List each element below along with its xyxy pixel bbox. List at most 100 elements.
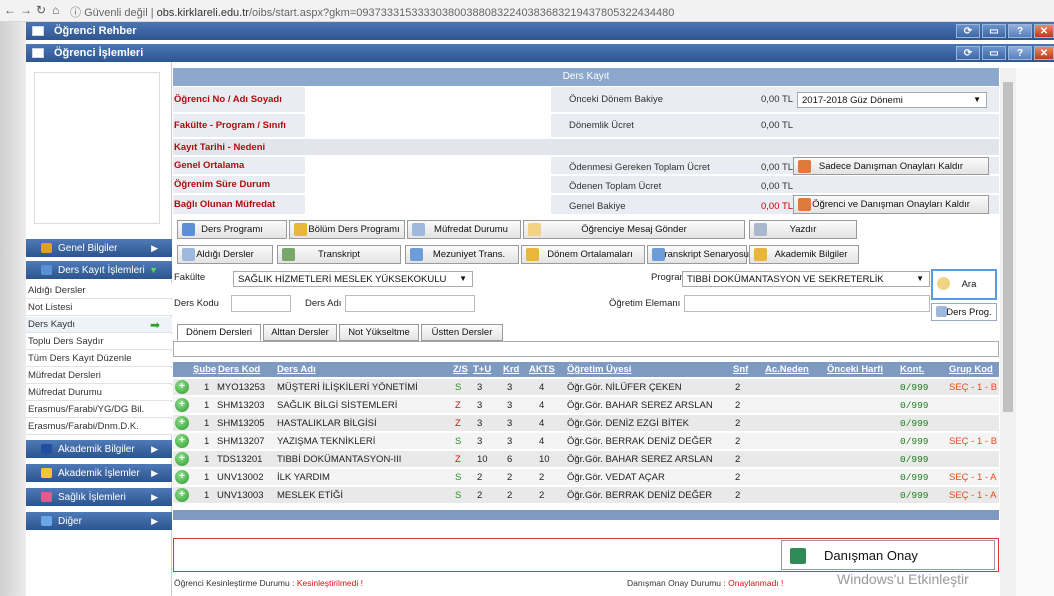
grid-header: Şube Ders Kod Ders Adı Z/S T+U Krd AKTS … [173, 362, 999, 377]
teacher-input[interactable] [684, 295, 930, 312]
forward-icon[interactable]: → [20, 3, 32, 17]
sheet-icon [282, 248, 295, 261]
col-krd[interactable]: Krd [503, 364, 519, 375]
sidebar-link-erasmus-dk[interactable]: Erasmus/Farabi/Dnm.D.K. [26, 419, 172, 435]
help-icon[interactable]: ? [1008, 24, 1032, 38]
sidebar-link-not-listesi[interactable]: Not Listesi [26, 300, 172, 316]
col-snf[interactable]: Snf [733, 364, 748, 375]
cell-akts: 4 [539, 418, 545, 429]
tab-donem-dersleri[interactable]: Dönem Dersleri [177, 324, 261, 341]
mezuniyet-trans-button[interactable]: Mezuniyet Trans. [405, 245, 519, 264]
faculty-select[interactable]: SAĞLIK HİZMETLERİ MESLEK YÜKSEKOKULU ▼ [233, 271, 473, 287]
sidebar-head-genel-bilgiler[interactable]: Genel Bilgiler ▶ [26, 239, 172, 258]
akademik-bilgiler-button[interactable]: Akademik Bilgiler [749, 245, 859, 264]
tab-label: Dönem Dersleri [186, 327, 252, 338]
sidebar-link-ders-kaydi[interactable]: Ders Kaydı ➡ [26, 317, 172, 333]
col-zs[interactable]: Z/S [453, 364, 468, 375]
cell-snf: 2 [735, 436, 741, 447]
col-tu[interactable]: T+U [473, 364, 491, 375]
bolum-ders-programi-button[interactable]: Bölüm Ders Programı [289, 220, 405, 239]
tab-alttan-dersler[interactable]: Alttan Dersler [263, 324, 337, 341]
remove-advisor-approvals-button[interactable]: Sadece Danışman Onayları Kaldır [793, 157, 989, 175]
refresh-icon[interactable]: ⟳ [956, 46, 980, 60]
send-message-button[interactable]: Öğrenciye Mesaj Gönder [523, 220, 745, 239]
button-label: Öğrenci ve Danışman Onayları Kaldır [812, 199, 970, 210]
print-button[interactable]: Yazdır [749, 220, 857, 239]
tab-ustten-dersler[interactable]: Üstten Dersler [421, 324, 503, 341]
page-title: Ders Kayıt [173, 68, 999, 86]
aldigi-dersler-button[interactable]: Aldığı Dersler [177, 245, 273, 264]
sidebar-link-tum-ders[interactable]: Tüm Ders Kayıt Düzenle [26, 351, 172, 367]
url-field[interactable]: ⓘ Güvenli değil | obs.kirklareli.edu.tr/… [70, 4, 674, 20]
add-course-icon[interactable]: + [175, 452, 189, 466]
col-ac-neden[interactable]: Ac.Neden [765, 364, 809, 375]
col-ders-adi[interactable]: Ders Adı [277, 364, 316, 375]
cell-kont: 0/999 [900, 472, 929, 483]
house-icon [41, 243, 52, 253]
remove-all-approvals-button[interactable]: Öğrenci ve Danışman Onayları Kaldır [793, 195, 989, 214]
transkript-senaryosu-button[interactable]: Transkript Senaryosu [647, 245, 749, 264]
add-course-icon[interactable]: + [175, 488, 189, 502]
advisor-status: Danışman Onay Durumu : Onaylanmadı ! [627, 578, 783, 588]
sidebar-head-akademik-bilgiler[interactable]: Akademik Bilgiler ▶ [26, 440, 172, 459]
info-row: Bağlı Olunan Müfredat Genel Bakiye 0,00 … [173, 195, 999, 215]
refresh-icon[interactable]: ⟳ [956, 24, 980, 38]
add-course-icon[interactable]: + [175, 416, 189, 430]
help-icon[interactable]: ? [1008, 46, 1032, 60]
col-grup-kod[interactable]: Grup Kod [949, 364, 993, 375]
scrollbar-thumb[interactable] [1003, 82, 1013, 412]
maximize-icon[interactable]: ▭ [982, 24, 1006, 38]
cell-hoca: Öğr.Gör. BERRAK DENİZ DEĞER [567, 490, 713, 501]
sidebar-head-saglik[interactable]: Sağlık İşlemleri ▶ [26, 488, 172, 507]
close-icon[interactable]: ✕ [1034, 46, 1054, 60]
sidebar-link-erasmus-bil[interactable]: Erasmus/Farabi/YG/DG Bil. [26, 402, 172, 418]
close-icon[interactable]: ✕ [1034, 24, 1054, 38]
sidebar-link-mufredat-dersleri[interactable]: Müfredat Dersleri [26, 368, 172, 384]
course-name-input[interactable] [345, 295, 475, 312]
cell-kont: 0/999 [900, 418, 929, 429]
mufredat-durumu-button[interactable]: Müfredat Durumu [407, 220, 521, 239]
sidebar-head-diger[interactable]: Diğer ▶ [26, 512, 172, 531]
donem-ortalamalari-button[interactable]: Dönem Ortalamaları [521, 245, 645, 264]
sidebar-link-mufredat-durumu[interactable]: Müfredat Durumu [26, 385, 172, 401]
home-icon[interactable]: ⌂ [52, 3, 59, 17]
faculty-select-value: SAĞLIK HİZMETLERİ MESLEK YÜKSEKOKULU [238, 273, 447, 285]
col-ogretim-uyesi[interactable]: Öğretim Üyesi [567, 364, 631, 375]
search-button[interactable]: Ara [931, 269, 997, 300]
cell-hoca: Öğr.Gör. BAHAR SEREZ ARSLAN [567, 454, 713, 465]
term-select[interactable]: 2017-2018 Güz Dönemi ▼ [797, 92, 987, 108]
col-sube[interactable]: Şube [193, 364, 216, 375]
add-course-icon[interactable]: + [175, 398, 189, 412]
sidebar-link-toplu-ders[interactable]: Toplu Ders Saydır [26, 334, 172, 350]
sidebar-link-aldigi-dersler[interactable]: Aldığı Dersler [26, 283, 172, 299]
button-label: Transkript [318, 249, 360, 260]
ders-programi-button[interactable]: Ders Programı [177, 220, 287, 239]
col-akts[interactable]: AKTS [529, 364, 555, 375]
transkript-button[interactable]: Transkript [277, 245, 401, 264]
sidebar-link-label: Müfredat Durumu [28, 387, 102, 398]
reload-icon[interactable]: ↻ [36, 3, 46, 17]
cell-akts: 4 [539, 400, 545, 411]
maximize-icon[interactable]: ▭ [982, 46, 1006, 60]
add-course-icon[interactable]: + [175, 470, 189, 484]
button-label: Bölüm Ders Programı [308, 224, 400, 235]
tab-not-yukseltme[interactable]: Not Yükseltme [339, 324, 419, 341]
col-ders-kod[interactable]: Ders Kod [218, 364, 260, 375]
add-course-icon[interactable]: + [175, 380, 189, 394]
ders-prog-button[interactable]: Ders Prog. [931, 303, 997, 321]
cell-kod: SHM13207 [217, 436, 265, 447]
scrollbar[interactable] [1000, 68, 1016, 596]
sidebar-head-ders-kayit[interactable]: Ders Kayıt İşlemleri ▼ [26, 261, 172, 280]
sidebar-head-akademik-islemler[interactable]: Akademik İşlemler ▶ [26, 464, 172, 483]
advisor-approve-button[interactable]: Danışman Onay [781, 540, 995, 570]
cell-akts: 4 [539, 436, 545, 447]
add-course-icon[interactable]: + [175, 434, 189, 448]
col-kont[interactable]: Kont. [900, 364, 924, 375]
graduation-icon [41, 444, 52, 454]
program-select[interactable]: TIBBİ DOKÜMANTASYON VE SEKRETERLİK ▼ [682, 271, 930, 287]
back-icon[interactable]: ← [4, 3, 16, 17]
button-label: Danışman Onay [824, 547, 918, 563]
col-onceki-harfi[interactable]: Önceki Harfi [827, 364, 883, 375]
course-code-input[interactable] [231, 295, 291, 312]
cell-kod: UNV13003 [217, 490, 264, 501]
